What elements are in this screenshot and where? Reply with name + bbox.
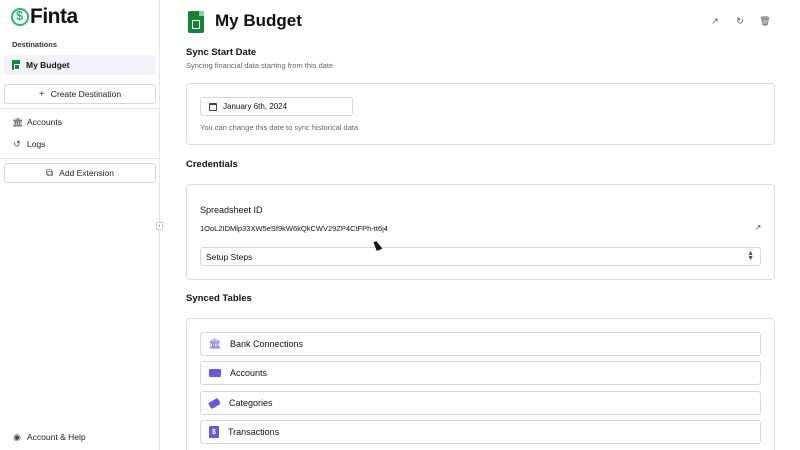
table-row-label: Transactions (228, 427, 280, 437)
date-picker-field[interactable]: January 6th, 2024 (200, 97, 353, 116)
sidebar-divider (0, 108, 160, 109)
chevron-updown-icon: ▲ ▼ (747, 250, 754, 262)
table-row-label: Accounts (230, 368, 268, 378)
account-help-label: Account & Help (27, 432, 86, 442)
table-row-label: Bank Connections (230, 339, 304, 349)
sidebar-divider (0, 158, 160, 159)
bank-icon: 🏛 (12, 116, 24, 127)
date-value: January 6th, 2024 (223, 102, 288, 111)
credentials-heading: Credentials (186, 159, 238, 170)
create-destination-button[interactable]: + Create Destination (4, 84, 156, 104)
open-external-button[interactable]: ↗ (709, 15, 721, 27)
table-row-transactions[interactable]: $ Transactions (200, 420, 761, 444)
google-sheets-icon (12, 60, 20, 70)
sync-start-date-heading: Sync Start Date (186, 47, 257, 58)
destinations-label: Destinations (12, 40, 58, 49)
sidebar-item-my-budget[interactable]: My Budget (4, 55, 156, 75)
sidebar-item-label: Logs (27, 139, 46, 149)
add-extension-button[interactable]: ⧉ Add Extension (4, 163, 156, 183)
date-hint: You can change this date to sync histori… (200, 123, 359, 132)
history-icon: ↺ (13, 138, 21, 149)
open-spreadsheet-icon[interactable]: ↗ (753, 223, 763, 233)
setup-steps-select[interactable]: Setup Steps ▲ ▼ (200, 247, 761, 266)
sidebar-item-accounts[interactable]: 🏛 Accounts (12, 115, 62, 129)
bank-icon: 🏛 (208, 338, 222, 350)
account-help-link[interactable]: ◉ Account & Help (12, 430, 86, 444)
page-title: My Budget (215, 11, 302, 30)
sidebar: Finta Destinations My Budget + Create De… (0, 0, 160, 450)
table-row-label: Categories (229, 398, 273, 408)
sidebar-item-logs[interactable]: ↺ Logs (12, 137, 45, 151)
google-sheets-icon (188, 11, 204, 33)
table-row-categories[interactable]: Categories (200, 391, 761, 415)
plus-icon: + (38, 88, 45, 100)
credit-card-icon (209, 369, 221, 377)
finta-logo[interactable]: Finta (11, 5, 78, 28)
extension-icon: ⧉ (46, 167, 54, 179)
sidebar-item-label: Accounts (27, 117, 62, 127)
spreadsheet-id-value: 1OoL2IDMlp33XW5eSf9kW6kQkCWV29ZP4CtFPh-t… (200, 224, 388, 233)
spreadsheet-id-label: Spreadsheet ID (200, 205, 263, 215)
sidebar-item-label: My Budget (26, 60, 70, 70)
table-row-accounts[interactable]: Accounts (200, 361, 761, 385)
sync-button[interactable]: ↻ (734, 15, 746, 27)
synced-tables-heading: Synced Tables (186, 293, 252, 304)
add-extension-label: Add Extension (59, 168, 114, 178)
dollar-coin-icon (11, 8, 29, 26)
setup-steps-label: Setup Steps (206, 251, 253, 262)
receipt-icon: $ (209, 426, 219, 438)
logo-text: Finta (30, 5, 78, 28)
delete-button[interactable]: 🗑 (759, 15, 771, 27)
user-circle-icon: ◉ (13, 431, 21, 442)
sync-start-date-subtitle: Syncing financial data starting from thi… (186, 61, 334, 70)
create-destination-label: Create Destination (50, 89, 122, 99)
calendar-icon (209, 102, 217, 111)
table-row-bank-connections[interactable]: 🏛 Bank Connections (200, 332, 761, 356)
tag-icon (207, 397, 222, 409)
sidebar-collapse-handle[interactable] (156, 222, 163, 230)
